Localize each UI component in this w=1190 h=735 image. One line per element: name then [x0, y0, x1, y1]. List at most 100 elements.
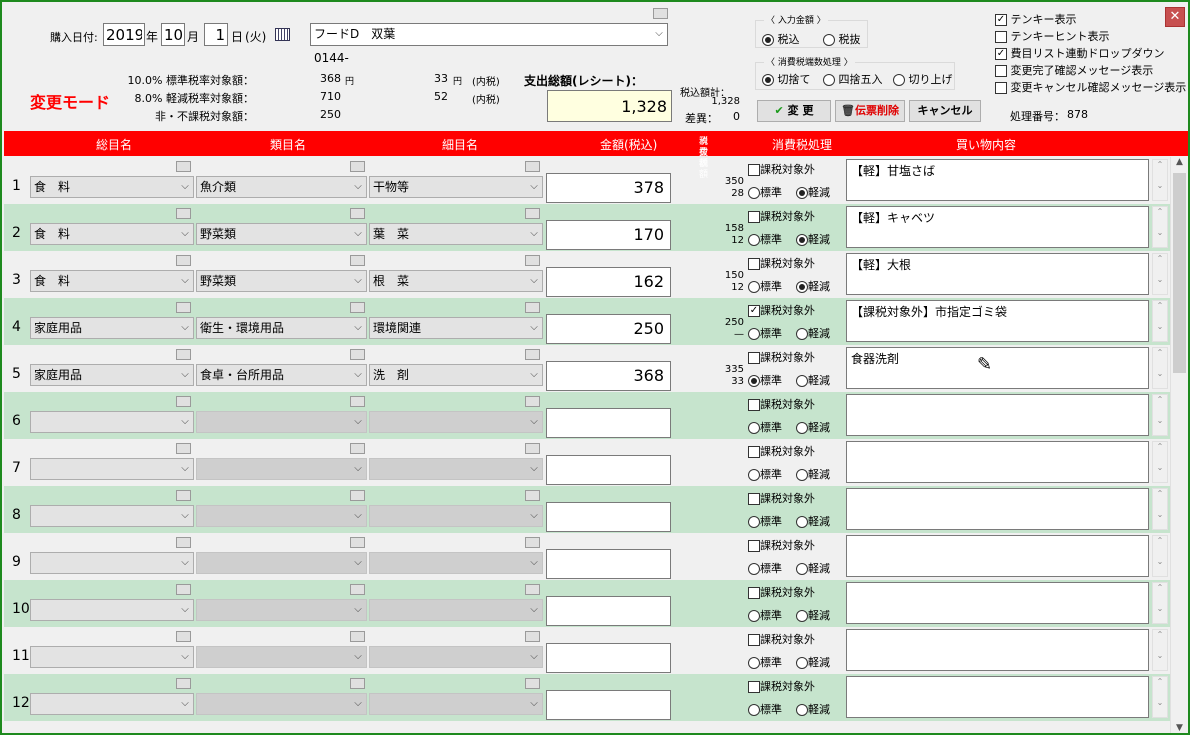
category1-mini-button[interactable]	[176, 208, 191, 219]
description-input[interactable]	[846, 582, 1149, 624]
description-input[interactable]: 【課税対象外】市指定ゴミ袋	[846, 300, 1149, 342]
category1-select[interactable]: ⌵	[30, 646, 194, 668]
category3-select[interactable]: ⌵	[369, 693, 543, 715]
tax-exempt-checkbox[interactable]: 課税対象外	[748, 443, 815, 459]
category3-select[interactable]: ⌵	[369, 458, 543, 480]
description-input[interactable]	[846, 535, 1149, 577]
category3-mini-button[interactable]	[525, 349, 540, 360]
description-scrollbar[interactable]: ⌃ ⌄	[1152, 488, 1168, 530]
category2-select[interactable]: ⌵	[196, 646, 367, 668]
rate-std-radio[interactable]: 標準	[748, 325, 782, 341]
description-input[interactable]: 【軽】甘塩さば	[846, 159, 1149, 201]
category1-select[interactable]: ⌵	[30, 599, 194, 621]
rate-std-radio[interactable]: 標準	[748, 372, 782, 388]
description-scrollbar[interactable]: ⌃ ⌄	[1152, 347, 1168, 389]
rate-std-radio[interactable]: 標準	[748, 419, 782, 435]
tax-exempt-checkbox[interactable]: 課税対象外	[748, 537, 815, 553]
amount-input[interactable]: 368	[546, 361, 671, 391]
rate-reduced-radio[interactable]: 軽減	[796, 607, 830, 623]
scroll-up-icon[interactable]: ▲	[1171, 157, 1188, 167]
option-checkbox-1[interactable]: テンキーヒント表示	[995, 28, 1110, 44]
category2-mini-button[interactable]	[350, 396, 365, 407]
rate-reduced-radio[interactable]: 軽減	[796, 513, 830, 529]
radio-round-down[interactable]: 切捨て	[762, 71, 811, 87]
description-input[interactable]: 【軽】キャベツ	[846, 206, 1149, 248]
category3-mini-button[interactable]	[525, 584, 540, 595]
rate-std-radio[interactable]: 標準	[748, 466, 782, 482]
amount-input[interactable]: 162	[546, 267, 671, 297]
option-checkbox-4[interactable]: 変更キャンセル確認メッセージ表示	[995, 79, 1186, 95]
category2-mini-button[interactable]	[350, 490, 365, 501]
amount-input[interactable]	[546, 643, 671, 673]
category1-mini-button[interactable]	[176, 537, 191, 548]
category3-mini-button[interactable]	[525, 255, 540, 266]
tax-exempt-checkbox[interactable]: 課税対象外	[748, 678, 815, 694]
tax-exempt-checkbox[interactable]: 課税対象外	[748, 349, 815, 365]
rate-std-radio[interactable]: 標準	[748, 560, 782, 576]
category1-select[interactable]: ⌵	[30, 411, 194, 433]
category1-select[interactable]: 食 料 ⌵	[30, 223, 194, 245]
category2-mini-button[interactable]	[350, 443, 365, 454]
description-input[interactable]	[846, 441, 1149, 483]
radio-round-half[interactable]: 四捨五入	[823, 71, 883, 87]
category3-mini-button[interactable]	[525, 631, 540, 642]
category1-select[interactable]: 家庭用品 ⌵	[30, 364, 194, 386]
category3-mini-button[interactable]	[525, 302, 540, 313]
rate-reduced-radio[interactable]: 軽減	[796, 701, 830, 717]
category3-select[interactable]: 葉 菜 ⌵	[369, 223, 543, 245]
category3-mini-button[interactable]	[525, 678, 540, 689]
description-input[interactable]	[846, 488, 1149, 530]
tax-exempt-checkbox[interactable]: 課税対象外	[748, 396, 815, 412]
category1-select[interactable]: ⌵	[30, 693, 194, 715]
category2-select[interactable]: ⌵	[196, 411, 367, 433]
category3-mini-button[interactable]	[525, 208, 540, 219]
category2-mini-button[interactable]	[350, 678, 365, 689]
amount-input[interactable]	[546, 549, 671, 579]
description-input[interactable]	[846, 629, 1149, 671]
category3-mini-button[interactable]	[525, 396, 540, 407]
tax-exempt-checkbox[interactable]: 課税対象外	[748, 631, 815, 647]
rate-reduced-radio[interactable]: 軽減	[796, 419, 830, 435]
description-scrollbar[interactable]: ⌃ ⌄	[1152, 629, 1168, 671]
category3-select[interactable]: 環境関連 ⌵	[369, 317, 543, 339]
amount-input[interactable]	[546, 408, 671, 438]
description-input[interactable]: 【軽】大根	[846, 253, 1149, 295]
category2-select[interactable]: 衛生・環境用品 ⌵	[196, 317, 367, 339]
amount-input[interactable]	[546, 455, 671, 485]
category2-select[interactable]: 食卓・台所用品 ⌵	[196, 364, 367, 386]
category3-mini-button[interactable]	[525, 443, 540, 454]
category3-select[interactable]: ⌵	[369, 646, 543, 668]
category2-mini-button[interactable]	[350, 537, 365, 548]
tax-exempt-checkbox[interactable]: 課税対象外	[748, 490, 815, 506]
rate-std-radio[interactable]: 標準	[748, 184, 782, 200]
amount-input[interactable]	[546, 690, 671, 720]
rate-std-radio[interactable]: 標準	[748, 231, 782, 247]
category3-select[interactable]: 干物等 ⌵	[369, 176, 543, 198]
category2-mini-button[interactable]	[350, 161, 365, 172]
category3-select[interactable]: 根 菜 ⌵	[369, 270, 543, 292]
description-scrollbar[interactable]: ⌃ ⌄	[1152, 676, 1168, 718]
category1-mini-button[interactable]	[176, 678, 191, 689]
category1-select[interactable]: 食 料 ⌵	[30, 176, 194, 198]
category1-select[interactable]: ⌵	[30, 552, 194, 574]
category2-select[interactable]: ⌵	[196, 599, 367, 621]
option-checkbox-0[interactable]: ✓ テンキー表示	[995, 11, 1077, 27]
close-button[interactable]: ✕	[1165, 7, 1185, 27]
radio-round-up[interactable]: 切り上げ	[893, 71, 953, 87]
description-scrollbar[interactable]: ⌃ ⌄	[1152, 206, 1168, 248]
category1-mini-button[interactable]	[176, 161, 191, 172]
option-checkbox-3[interactable]: 変更完了確認メッセージ表示	[995, 62, 1153, 78]
tax-exempt-checkbox[interactable]: ✓ 課税対象外	[748, 302, 815, 318]
category1-mini-button[interactable]	[176, 396, 191, 407]
description-scrollbar[interactable]: ⌃ ⌄	[1152, 441, 1168, 483]
tax-exempt-checkbox[interactable]: 課税対象外	[748, 255, 815, 271]
amount-input[interactable]	[546, 596, 671, 626]
category2-select[interactable]: ⌵	[196, 693, 367, 715]
category3-select[interactable]: 洗 剤 ⌵	[369, 364, 543, 386]
radio-tax-included[interactable]: 税込	[762, 31, 800, 47]
category2-mini-button[interactable]	[350, 631, 365, 642]
category3-select[interactable]: ⌵	[369, 552, 543, 574]
rate-std-radio[interactable]: 標準	[748, 654, 782, 670]
tax-exempt-checkbox[interactable]: 課税対象外	[748, 161, 815, 177]
rate-std-radio[interactable]: 標準	[748, 513, 782, 529]
